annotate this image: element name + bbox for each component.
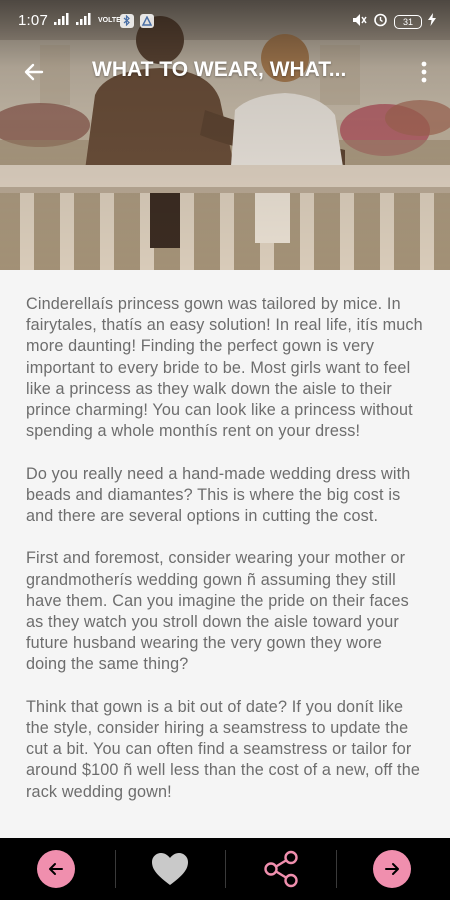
next-circle [373,850,411,888]
back-arrow-icon [24,63,44,81]
app-bar: WHAT TO WEAR, WHAT... [0,44,450,100]
previous-button[interactable] [0,838,112,900]
back-button[interactable] [18,56,50,88]
next-button[interactable] [336,838,448,900]
previous-circle [37,850,75,888]
share-icon [264,850,298,888]
battery-icon: 31 [394,14,422,29]
battery-level: 31 [402,16,413,27]
article-body: Cinderellaís princess gown was tailored … [0,270,450,803]
arrow-left-icon [49,863,63,875]
status-right: 31 [351,12,436,31]
screen: 1:07 VOLTE 31 WHAT TO WEAR, WHAT... Cind… [0,0,450,900]
signal-icon [54,12,70,29]
more-vert-icon [421,61,427,83]
share-button[interactable] [225,838,337,900]
page-title: WHAT TO WEAR, WHAT... [92,58,347,81]
overflow-menu-button[interactable] [412,56,436,88]
article-content[interactable]: Cinderellaís princess gown was tailored … [0,270,450,838]
volte-icon: VOLTE [98,17,121,24]
article-paragraph: First and foremost, consider wearing you… [26,549,409,674]
bluetooth-icon [120,13,134,28]
heart-icon [152,853,188,885]
alarm-icon [373,12,388,31]
mute-icon [351,13,367,31]
status-bar: 1:07 VOLTE 31 [0,0,450,44]
article-paragraph: Cinderellaís princess gown was tailored … [26,295,423,441]
article-paragraph: Do you really need a hand-made wedding d… [26,464,411,526]
article-paragraph: Think that gown is a bit out of date? If… [26,697,421,801]
bottom-action-bar [0,838,450,900]
charging-icon [428,13,436,30]
arrow-right-icon [385,863,399,875]
signal-icon [76,12,92,29]
app-notification-icon [140,13,154,28]
status-left: 1:07 VOLTE [18,12,154,29]
favorite-button[interactable] [114,838,226,900]
status-time: 1:07 [18,12,48,29]
